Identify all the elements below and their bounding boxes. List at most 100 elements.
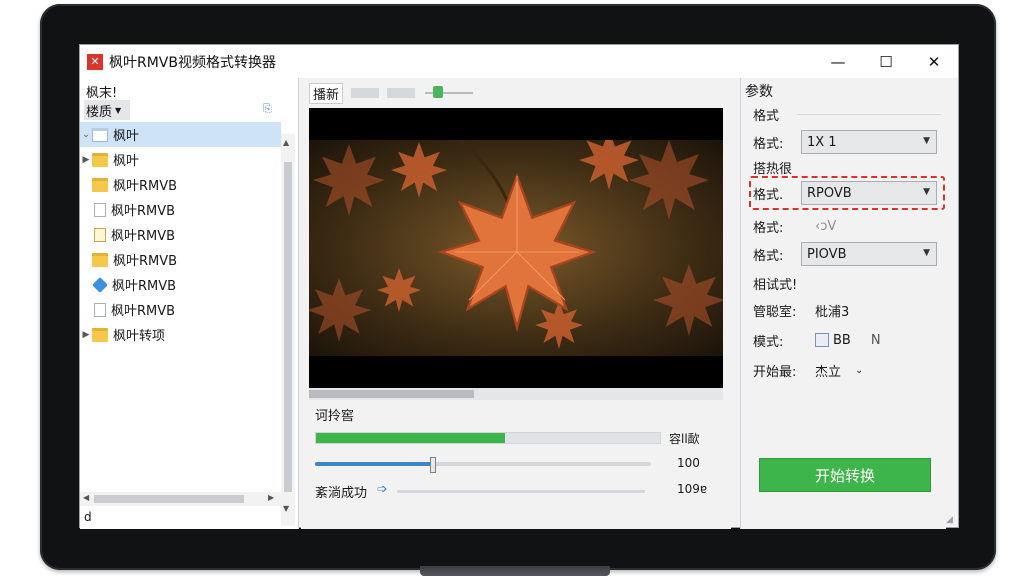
- slider-value: 100: [677, 456, 700, 470]
- minimize-button[interactable]: —: [814, 45, 862, 78]
- tree-item-label: 枫叶转项: [113, 329, 166, 344]
- tree-item[interactable]: 枫叶RMVB: [80, 297, 281, 322]
- param-label: 格式.: [753, 187, 784, 203]
- scrollbar-thumb[interactable]: [309, 390, 474, 398]
- expand-arrow-icon[interactable]: ▶: [80, 330, 92, 340]
- start-convert-button[interactable]: 开始转换: [759, 458, 931, 492]
- app-logo-icon: ✕: [87, 53, 103, 70]
- sort-label: 楼质: [86, 104, 113, 120]
- folder-icon: [92, 252, 108, 267]
- expand-arrow-icon[interactable]: ▶: [80, 155, 92, 165]
- progress-title: 诃拎窖: [315, 409, 355, 424]
- document-gold-icon: [94, 227, 106, 242]
- panel-header: 枫末!: [86, 86, 118, 101]
- param-label: 格式:: [753, 248, 784, 264]
- toolbar-button[interactable]: [387, 88, 416, 98]
- resize-grip-icon[interactable]: ◢: [946, 515, 953, 525]
- panel-footer: d: [84, 510, 92, 524]
- chevron-down-icon: ▼: [923, 187, 930, 197]
- sort-dropdown[interactable]: 楼质 ▼: [84, 100, 130, 120]
- format-select-2[interactable]: RPOVB ▼: [801, 181, 937, 205]
- chevron-down-icon: ▼: [115, 105, 122, 115]
- tree-item-label: 枫叶RMVB: [111, 229, 176, 244]
- tree-item[interactable]: 枫叶RMVB: [80, 247, 281, 272]
- tree-item-label: 枫叶RMVB: [112, 279, 177, 294]
- file-browser-panel: 枫末! 楼质 ▼ ⎘ ⌄ 枫叶 ▶ 枫叶 枫叶RMVB 枫叶RMVB 枫叶RMV…: [80, 78, 299, 529]
- format-select-1[interactable]: 1X 1 ▼: [801, 130, 937, 154]
- horizontal-scrollbar[interactable]: ◀ ▶: [80, 492, 281, 506]
- param-value[interactable]: 杰立: [815, 361, 841, 380]
- param-label: 格式:: [753, 220, 784, 236]
- document-icon: [94, 302, 106, 317]
- toolbar-button[interactable]: [351, 88, 380, 98]
- select-value: RPOVB: [807, 185, 852, 201]
- monitor-stand: [420, 566, 610, 576]
- document-icon: [94, 202, 106, 217]
- param-row: 格式: ‹ↄV: [753, 214, 836, 238]
- maximize-button[interactable]: ☐: [862, 45, 910, 78]
- select-value: 1X 1: [807, 134, 837, 150]
- tree-item-label: 枫叶RMVB: [111, 204, 176, 219]
- folder-icon: [92, 327, 108, 342]
- status-track: [397, 490, 645, 493]
- parameters-panel: 参数 格式 格式: 1X 1 ▼ 搭热很 格式. RPOVB ▼ 格式: ‹ↄV…: [740, 78, 946, 529]
- status-row: 紊淌成功 ➩ 109ɐ: [315, 482, 735, 501]
- param-label: 管聪室:: [753, 304, 797, 320]
- tree-item-label: 枫叶RMVB: [113, 254, 178, 269]
- video-preview[interactable]: [309, 108, 723, 388]
- zoom-slider-knob[interactable]: [433, 86, 444, 98]
- param-row: 格式.: [753, 181, 801, 205]
- app-window: ✕ 枫叶RMVB视频格式转换器 — ☐ ✕ 枫末! 楼质 ▼ ⎘ ⌄ 枫叶 ▶ …: [79, 44, 959, 529]
- tab-preview[interactable]: 播新: [309, 82, 344, 104]
- refresh-icon[interactable]: ➩: [377, 482, 388, 497]
- tree-item[interactable]: 枫叶RMVB: [80, 197, 281, 222]
- format-select-4[interactable]: PIOVB ▼: [801, 242, 937, 266]
- divider: [797, 114, 941, 115]
- scroll-left-icon[interactable]: ◀: [83, 493, 89, 502]
- progress-bar: [315, 432, 661, 444]
- tree-item[interactable]: 枫叶RMVB: [80, 272, 281, 297]
- param-row: 格式:: [753, 130, 801, 154]
- video-scrollbar[interactable]: [309, 388, 723, 400]
- tree-item[interactable]: ▶ 枫叶转项: [80, 322, 281, 347]
- param-row: 模式: BB N: [753, 328, 881, 352]
- volume-slider[interactable]: [315, 457, 651, 473]
- folder-tree: ⌄ 枫叶 ▶ 枫叶 枫叶RMVB 枫叶RMVB 枫叶RMVB 枫叶RMVB 枫叶…: [80, 122, 281, 347]
- zoom-slider[interactable]: [425, 86, 474, 98]
- param-row: 管聪室: 枇浦3: [753, 298, 849, 322]
- param-value[interactable]: BB: [833, 333, 851, 348]
- tree-item-label: 枫叶RMVB: [113, 179, 178, 194]
- window-title: 枫叶RMVB视频格式转换器: [109, 54, 276, 71]
- tree-item[interactable]: 枫叶RMVB: [80, 172, 281, 197]
- vertical-scrollbar[interactable]: ▲ ▼: [281, 134, 295, 526]
- close-button[interactable]: ✕: [910, 45, 958, 78]
- param-value: 枇浦3: [815, 304, 850, 320]
- slider-row: 100: [315, 456, 735, 473]
- preview-toolbar: 播新: [309, 82, 474, 104]
- tree-item[interactable]: ⌄ 枫叶: [80, 122, 281, 147]
- chevron-down-icon[interactable]: ⌄: [855, 365, 863, 376]
- scroll-down-icon[interactable]: ▼: [283, 504, 289, 513]
- window-controls: — ☐ ✕: [814, 45, 958, 78]
- scrollbar-thumb[interactable]: [284, 162, 292, 492]
- preview-panel: 播新 诃拎窖 容ll歃 100 紊淌成功 ➩ 109ɐ: [301, 78, 731, 529]
- section-heading: 相试式!: [753, 278, 798, 293]
- slider-knob[interactable]: [429, 457, 436, 473]
- tree-item-label: 枫叶RMVB: [111, 304, 176, 319]
- scrollbar-thumb[interactable]: [94, 495, 244, 503]
- param-value: ‹ↄV: [815, 218, 837, 234]
- collapse-arrow-icon[interactable]: ⌄: [80, 130, 92, 140]
- param-row: 开始最: 杰立 ⌄: [753, 358, 863, 382]
- pin-icon[interactable]: ⎘: [263, 102, 272, 116]
- tree-item[interactable]: ▶ 枫叶: [80, 147, 281, 172]
- scroll-up-icon[interactable]: ▲: [283, 138, 289, 147]
- diamond-icon: [92, 276, 108, 293]
- param-label: 开始最:: [753, 364, 797, 380]
- section-heading: 格式: [753, 109, 780, 124]
- title-bar: ✕ 枫叶RMVB视频格式转换器 — ☐ ✕: [80, 45, 958, 78]
- panel-title: 参数: [745, 84, 773, 100]
- scroll-right-icon[interactable]: ▶: [268, 493, 274, 502]
- progress-label: 容ll歃: [669, 432, 700, 446]
- tree-item[interactable]: 枫叶RMVB: [80, 222, 281, 247]
- progress-row: 容ll歃: [315, 432, 735, 446]
